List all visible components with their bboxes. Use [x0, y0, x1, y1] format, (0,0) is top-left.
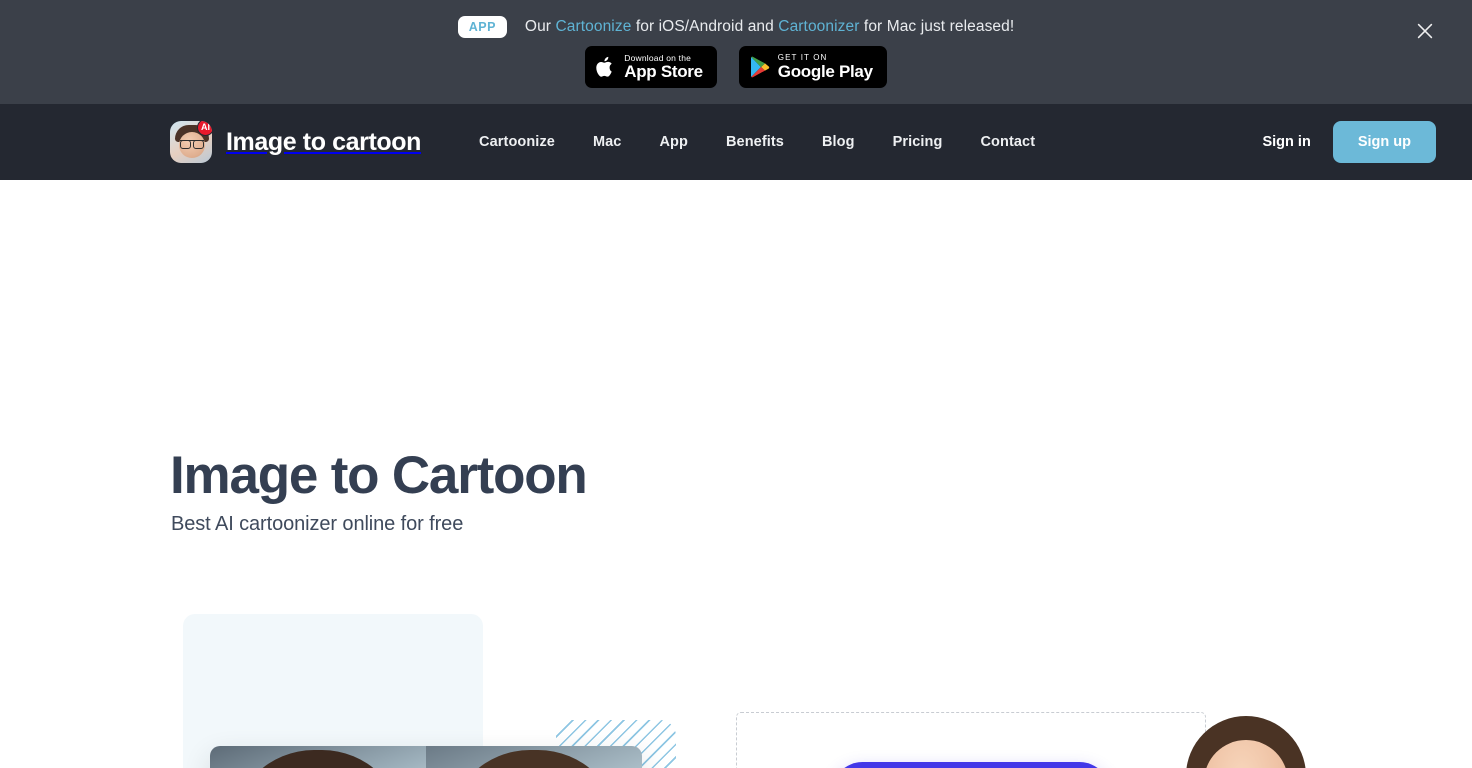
promo-text-middle: for iOS/Android and — [631, 18, 779, 35]
nav-item-blog[interactable]: Blog — [822, 134, 855, 150]
upload-image-button[interactable]: Upload an Image — [831, 762, 1111, 768]
nav-item-contact[interactable]: Contact — [980, 134, 1035, 150]
app-store-badge[interactable]: Download on the App Store — [585, 46, 717, 89]
apple-icon — [596, 57, 612, 77]
google-play-icon — [750, 56, 769, 78]
nav-item-app[interactable]: App — [659, 134, 688, 150]
original-photo — [210, 746, 426, 768]
promo-banner-message: APP Our Cartoonize for iOS/Android and C… — [457, 15, 1015, 39]
google-play-badge[interactable]: GET IT ON Google Play — [738, 46, 887, 89]
decorative-card — [183, 614, 483, 768]
nav-actions: Sign in Sign up — [1262, 121, 1436, 163]
main-nav: Cartoonize Mac App Benefits Blog Pricing… — [479, 134, 1035, 150]
brand-name: Image to cartoon — [226, 127, 422, 156]
google-play-label: Google Play — [777, 61, 873, 81]
cartoon-avatar-tuxedo — [1154, 714, 1336, 768]
cartoonizer-link[interactable]: Cartoonizer — [778, 18, 859, 35]
app-store-label: App Store — [624, 61, 703, 81]
sign-in-link[interactable]: Sign in — [1262, 134, 1310, 150]
ai-badge: AI — [197, 121, 212, 136]
navbar: AI Image to cartoon Cartoonize Mac App B… — [0, 104, 1472, 180]
avatar-photo-logo: AI — [170, 121, 212, 163]
hero-section: Image to Cartoon Best AI cartoonizer onl… — [0, 180, 1472, 768]
store-badges: Download on the App Store GET IT ON Goog… — [585, 46, 887, 89]
promo-text-after: for Mac just released! — [859, 18, 1015, 35]
brand-logo-link[interactable]: AI Image to cartoon — [170, 121, 421, 163]
cartoonized-photo — [426, 746, 642, 768]
nav-item-pricing[interactable]: Pricing — [893, 134, 943, 150]
upload-dropzone[interactable]: Upload an Image or Drop an Image (jpg/pn… — [736, 712, 1206, 768]
cartoonize-link[interactable]: Cartoonize — [555, 18, 631, 35]
nav-item-cartoonize[interactable]: Cartoonize — [479, 134, 555, 150]
app-badge: APP — [457, 15, 507, 39]
nav-item-mac[interactable]: Mac — [593, 134, 622, 150]
close-icon[interactable] — [1414, 20, 1436, 42]
before-after-preview — [210, 746, 642, 768]
nav-item-benefits[interactable]: Benefits — [726, 134, 784, 150]
sign-up-button[interactable]: Sign up — [1332, 121, 1436, 163]
promo-text-before: Our — [524, 18, 556, 35]
logo-glasses — [180, 140, 204, 149]
promo-banner: APP Our Cartoonize for iOS/Android and C… — [0, 0, 1472, 104]
page-title: Image to Cartoon — [170, 446, 588, 505]
page-subtitle: Best AI cartoonizer online for free — [171, 513, 464, 535]
promo-text: Our Cartoonize for iOS/Android and Carto… — [525, 18, 1014, 36]
